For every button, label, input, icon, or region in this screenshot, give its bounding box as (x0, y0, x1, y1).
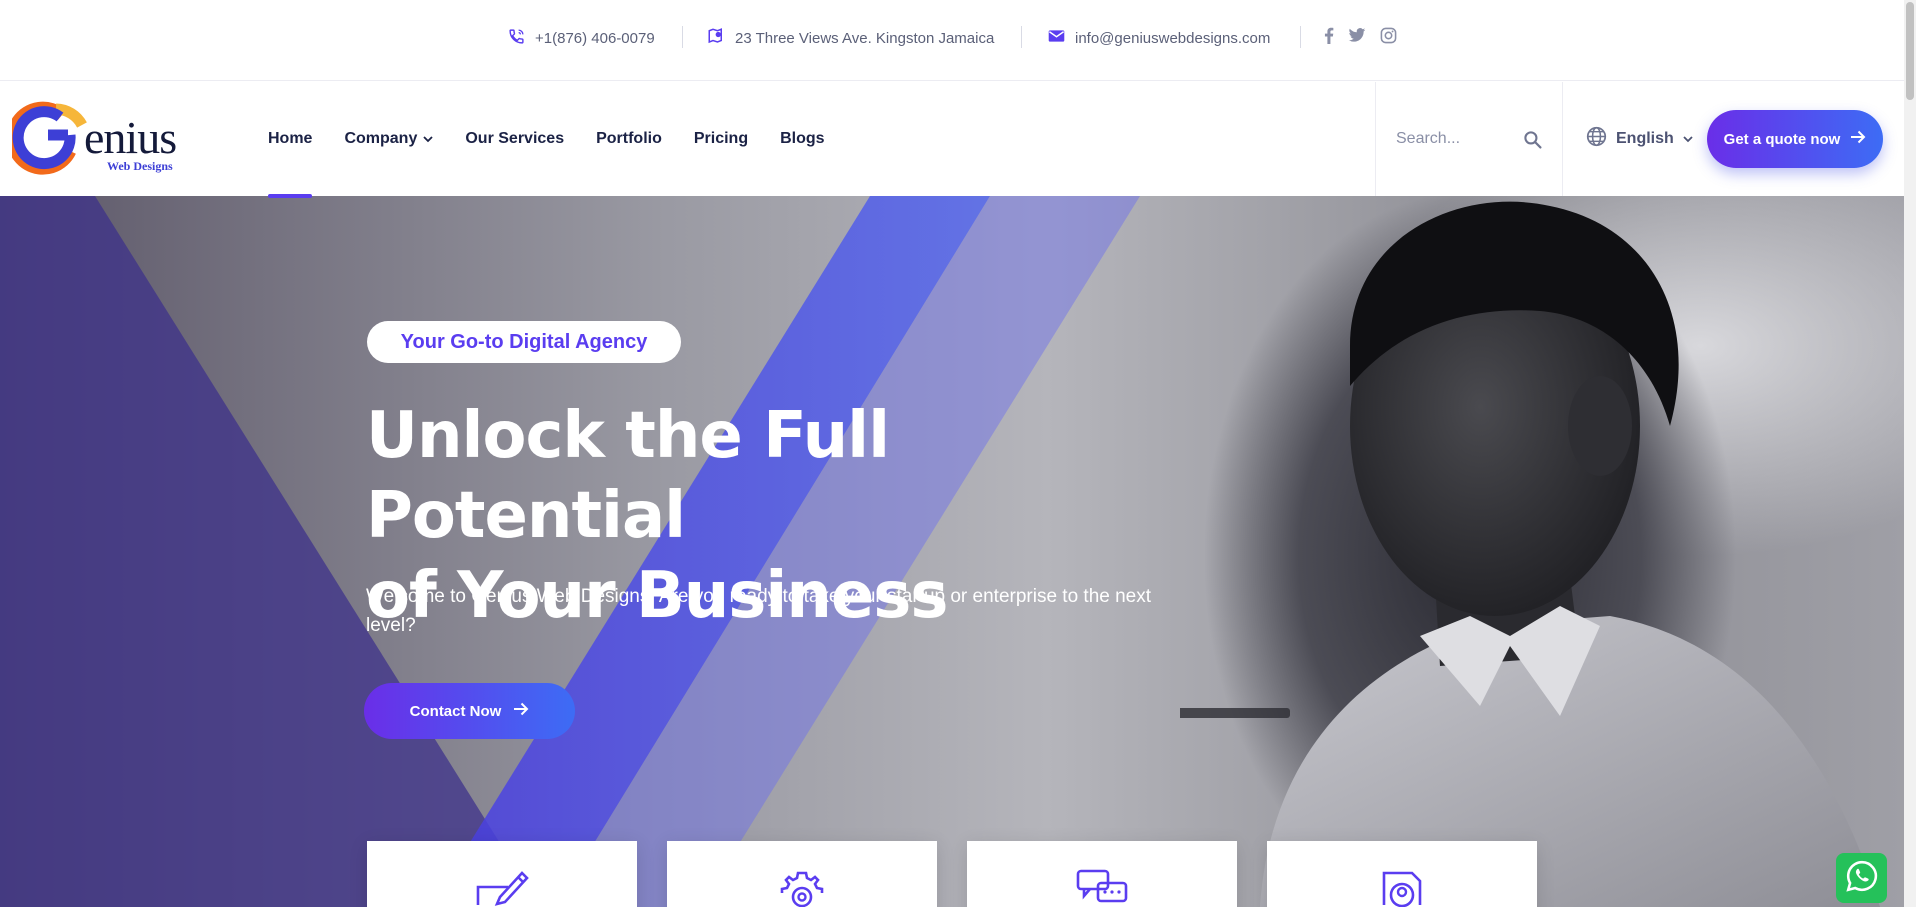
nav-item-our-services[interactable]: Our Services (465, 82, 564, 196)
nav-label: Blogs (780, 130, 825, 147)
contact-now-button[interactable]: Contact Now (364, 683, 575, 739)
nav-item-company[interactable]: Company (344, 82, 433, 196)
get-quote-button[interactable]: Get a quote now (1707, 110, 1883, 168)
nav-item-pricing[interactable]: Pricing (694, 82, 748, 196)
search-icon[interactable] (1523, 130, 1542, 149)
instagram-icon[interactable] (1380, 27, 1397, 44)
twitter-icon[interactable] (1348, 28, 1366, 43)
scrollbar-thumb[interactable] (1906, 2, 1914, 100)
search-input[interactable] (1396, 130, 1516, 148)
mail-icon (1048, 29, 1065, 47)
logo-wordmark: enius (84, 112, 177, 163)
social-links (1324, 27, 1397, 44)
address-text: 23 Three Views Ave. Kingston Jamaica (735, 29, 995, 47)
chat-icon (1072, 867, 1132, 907)
email-contact[interactable]: info@geniuswebdesigns.com (1048, 28, 1270, 48)
globe-icon (1586, 126, 1607, 152)
feature-card[interactable] (967, 841, 1237, 907)
nav-item-home[interactable]: Home (268, 82, 313, 198)
user-profile-icon (1372, 867, 1432, 907)
nav-label: Pricing (693, 130, 749, 147)
divider (1300, 26, 1301, 48)
genius-logo[interactable]: enius Web Designs (6, 101, 194, 175)
nav-label: Our Services (465, 130, 565, 147)
nav-item-portfolio[interactable]: Portfolio (596, 82, 662, 196)
badge-text: Your Go-to Digital Agency (400, 330, 648, 353)
language-selector[interactable]: English (1586, 82, 1693, 196)
page-scrollbar[interactable] (1904, 0, 1916, 907)
button-label: Contact Now (409, 702, 502, 720)
hero-title-line1: Unlock the Full Potential (366, 399, 890, 553)
feature-card[interactable] (1267, 841, 1537, 907)
phone-number: +1(876) 406-0079 (535, 29, 655, 47)
phone-icon (508, 28, 525, 49)
hero-tagline-badge: Your Go-to Digital Agency (367, 321, 681, 363)
arrow-right-icon (1850, 130, 1866, 148)
email-text: info@geniuswebdesigns.com (1075, 29, 1271, 47)
feature-card[interactable] (667, 841, 937, 907)
chevron-down-icon (423, 130, 433, 148)
search-box (1375, 82, 1563, 196)
address-contact[interactable]: 23 Three Views Ave. Kingston Jamaica (707, 28, 994, 48)
hero-subtitle: Welcome to Genius Web Designs! Are you r… (366, 586, 1152, 636)
whatsapp-icon (1845, 859, 1879, 898)
chevron-down-icon (1683, 130, 1693, 148)
nav-label: Portfolio (596, 130, 662, 147)
language-label: English (1616, 130, 1674, 147)
logo-tagline: Web Designs (107, 159, 173, 173)
top-info-bar: +1(876) 406-0079 23 Three Views Ave. Kin… (0, 0, 1904, 81)
main-nav: Home Company Our Services Portfolio Pric… (268, 82, 857, 198)
feature-cards (367, 841, 1537, 907)
main-header: enius Web Designs Home Company Our Servi… (0, 82, 1904, 198)
button-label: Get a quote now (1723, 130, 1841, 148)
gear-icon (772, 867, 832, 907)
divider (682, 26, 683, 48)
nav-label: Company (344, 130, 418, 147)
whatsapp-button[interactable] (1836, 853, 1887, 903)
nav-label: Home (268, 130, 313, 147)
divider (1021, 26, 1022, 48)
nav-item-blogs[interactable]: Blogs (780, 82, 824, 196)
map-icon (707, 27, 725, 49)
hero-section: Your Go-to Digital Agency Unlock the Ful… (0, 196, 1904, 907)
arrow-right-icon (513, 702, 529, 720)
facebook-icon[interactable] (1324, 27, 1334, 44)
pen-design-icon (472, 867, 532, 907)
phone-contact[interactable]: +1(876) 406-0079 (508, 28, 655, 48)
feature-card[interactable] (367, 841, 637, 907)
